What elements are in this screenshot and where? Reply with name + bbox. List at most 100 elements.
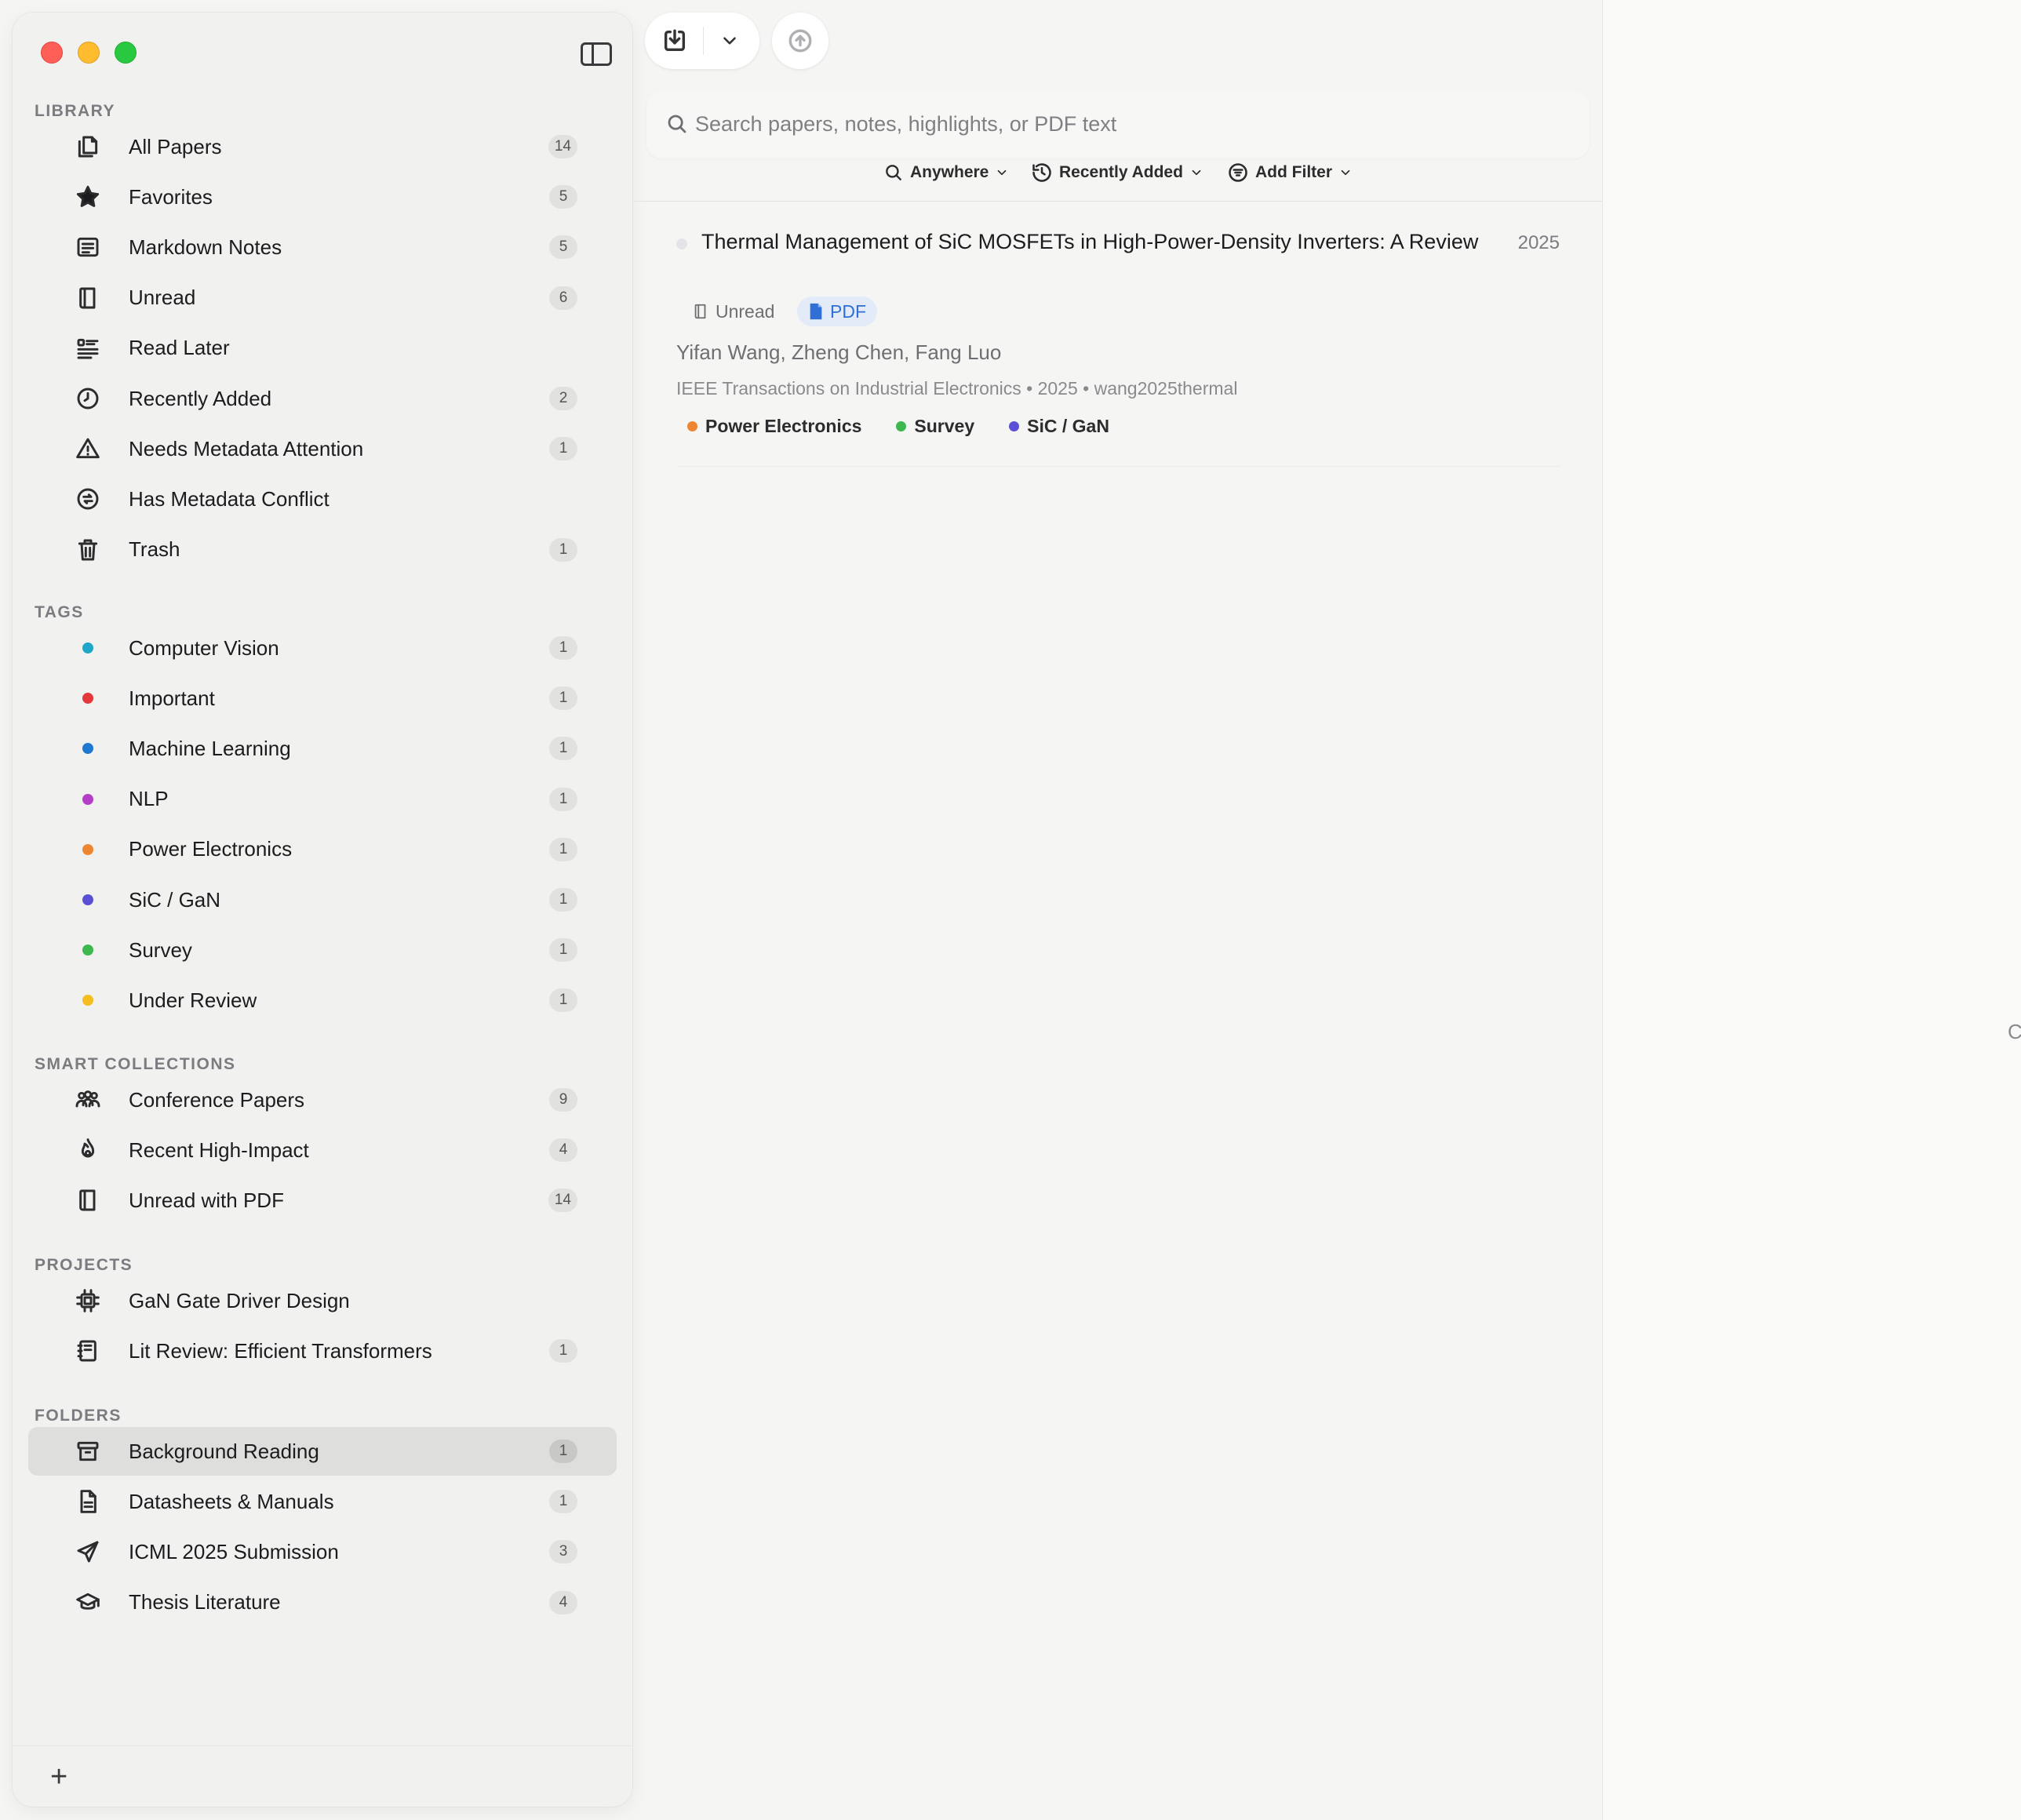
sidebar-list: LIBRARY All Papers 14 Favorites 5 Markdown No…	[13, 88, 632, 1744]
people-icon	[72, 1084, 104, 1116]
star-icon	[72, 181, 104, 213]
sidebar-item-recent-high-impact[interactable]: Recent High-Impact 4	[28, 1126, 617, 1174]
sidebar-item-label: NLP	[129, 787, 169, 811]
add-collection-button[interactable]: +	[50, 1762, 67, 1792]
count-badge: 1	[549, 988, 577, 1013]
sidebar-item-lit-review-efficient-transformers[interactable]: Lit Review: Efficient Transformers 1	[28, 1327, 617, 1375]
tag-color-dot	[1009, 421, 1020, 431]
sidebar-item-nlp[interactable]: NLP 1	[28, 775, 617, 824]
row-divider	[676, 466, 1560, 467]
sidebar-item-trash[interactable]: Trash 1	[28, 526, 617, 574]
trash-icon	[72, 534, 104, 566]
window-controls	[41, 42, 137, 64]
history-icon	[1032, 163, 1051, 182]
paper-venue: IEEE Transactions on Industrial Electron…	[676, 378, 1238, 399]
sidebar-item-has-metadata-conflict[interactable]: Has Metadata Conflict	[28, 475, 617, 523]
sidebar-item-label: Unread with PDF	[129, 1188, 284, 1212]
sidebar-item-machine-learning[interactable]: Machine Learning 1	[28, 724, 617, 773]
count-badge: 1	[549, 837, 577, 861]
sidebar-item-label: Needs Metadata Attention	[129, 436, 364, 460]
tag-color-dot	[72, 834, 104, 865]
add-filter-button[interactable]: Add Filter	[1227, 158, 1353, 187]
tag-color-dot	[687, 421, 697, 431]
send-icon	[72, 1536, 104, 1567]
scope-filter-button[interactable]: Anywhere	[883, 158, 1009, 187]
sidebar-item-label: Important	[129, 686, 215, 710]
sidebar-item-gan-gate-driver-design[interactable]: GaN Gate Driver Design	[28, 1276, 617, 1325]
sidebar-item-label: GaN Gate Driver Design	[129, 1288, 350, 1312]
search-input[interactable]	[695, 107, 1558, 141]
sidebar-item-label: Background Reading	[129, 1439, 319, 1463]
sidebar-item-read-later[interactable]: Read Later	[28, 324, 617, 373]
unread-indicator	[676, 238, 687, 249]
zoom-window-button[interactable]	[115, 42, 137, 64]
sidebar-item-all-papers[interactable]: All Papers 14	[28, 122, 617, 171]
minimize-window-button[interactable]	[78, 42, 100, 64]
sidebar-item-computer-vision[interactable]: Computer Vision 1	[28, 624, 617, 672]
paper-authors: Yifan Wang, Zheng Chen, Fang Luo	[676, 340, 1002, 364]
sidebar-item-survey[interactable]: Survey 1	[28, 926, 617, 974]
sidebar-item-markdown-notes[interactable]: Markdown Notes 5	[28, 223, 617, 271]
count-badge: 9	[549, 1088, 577, 1112]
sidebar-item-label: ICML 2025 Submission	[129, 1539, 339, 1563]
sidebar-item-under-review[interactable]: Under Review 1	[28, 976, 617, 1025]
sidebar-item-label: Recently Added	[129, 386, 272, 410]
sidebar-item-icml-2025-submission[interactable]: ICML 2025 Submission 3	[28, 1527, 617, 1576]
sidebar-item-important[interactable]: Important 1	[28, 674, 617, 723]
sidebar-item-unread-with-pdf[interactable]: Unread with PDF 14	[28, 1176, 617, 1225]
count-badge: 5	[549, 235, 577, 260]
count-badge: 1	[549, 686, 577, 711]
sidebar-item-conference-papers[interactable]: Conference Papers 9	[28, 1076, 617, 1124]
sidebar: LIBRARY All Papers 14 Favorites 5 Markdown No…	[13, 13, 632, 1807]
sort-button[interactable]: Recently Added	[1031, 158, 1203, 187]
list-divider	[632, 201, 1602, 202]
count-badge: 1	[549, 1490, 577, 1514]
detail-pane: C	[1602, 0, 2021, 1820]
tag-color-dot	[896, 421, 907, 431]
sidebar-item-label: Recent High-Impact	[129, 1138, 309, 1162]
sidebar-item-sic-gan[interactable]: SiC / GaN 1	[28, 875, 617, 924]
sidebar-item-power-electronics[interactable]: Power Electronics 1	[28, 825, 617, 874]
flame-icon	[72, 1134, 104, 1166]
notes-icon	[72, 231, 104, 263]
sidebar-item-label: Unread	[129, 286, 196, 310]
sidebar-item-label: Lit Review: Efficient Transformers	[129, 1338, 432, 1363]
tag-color-dot	[72, 784, 104, 815]
pdf-label: PDF	[830, 300, 866, 322]
sidebar-item-label: Read Later	[129, 336, 230, 360]
paper-row[interactable]: Thermal Management of SiC MOSFETs in Hig…	[632, 204, 1602, 471]
sidebar-item-unread[interactable]: Unread 6	[28, 274, 617, 322]
sidebar-item-label: Favorites	[129, 184, 213, 209]
sidebar-item-thesis-literature[interactable]: Thesis Literature 4	[28, 1578, 617, 1627]
count-badge: 1	[549, 737, 577, 761]
sidebar-item-datasheets-manuals[interactable]: Datasheets & Manuals 1	[28, 1477, 617, 1526]
paper-tag[interactable]: SiC / GaN	[1009, 416, 1109, 437]
notebook-icon	[72, 1335, 104, 1367]
pdf-badge[interactable]: PDF	[797, 297, 877, 326]
sidebar-item-needs-metadata-attention[interactable]: Needs Metadata Attention 1	[28, 424, 617, 473]
paper-year: 2025	[1517, 232, 1560, 253]
section-title-smart-collections: SMART COLLECTIONS	[35, 1055, 236, 1073]
detail-hint-text: C	[2008, 1020, 2021, 1043]
tag-color-dot	[72, 985, 104, 1016]
paper-tag[interactable]: Survey	[896, 416, 974, 437]
sidebar-item-label: Under Review	[129, 988, 257, 1012]
sidebar-item-label: Thesis Literature	[129, 1590, 281, 1614]
count-badge: 4	[549, 1590, 577, 1614]
pdf-file-icon	[810, 303, 822, 320]
sidebar-item-label: Markdown Notes	[129, 235, 282, 259]
chevron-down-icon	[1192, 169, 1201, 176]
sidebar-item-background-reading[interactable]: Background Reading 1	[28, 1427, 617, 1476]
sidebar-toggle-icon[interactable]	[581, 42, 612, 66]
chevron-down-icon	[998, 169, 1007, 176]
close-window-button[interactable]	[41, 42, 63, 64]
filter-icon	[1229, 163, 1247, 182]
list-icon	[72, 333, 104, 364]
warning-icon	[72, 433, 104, 464]
sidebar-item-favorites[interactable]: Favorites 5	[28, 173, 617, 221]
sidebar-item-recently-added[interactable]: Recently Added 2	[28, 374, 617, 423]
add-filter-label: Add Filter	[1255, 163, 1332, 181]
paper-tag[interactable]: Power Electronics	[687, 416, 861, 437]
sidebar-item-label: All Papers	[129, 134, 222, 158]
sidebar-item-label: Has Metadata Conflict	[129, 486, 330, 511]
